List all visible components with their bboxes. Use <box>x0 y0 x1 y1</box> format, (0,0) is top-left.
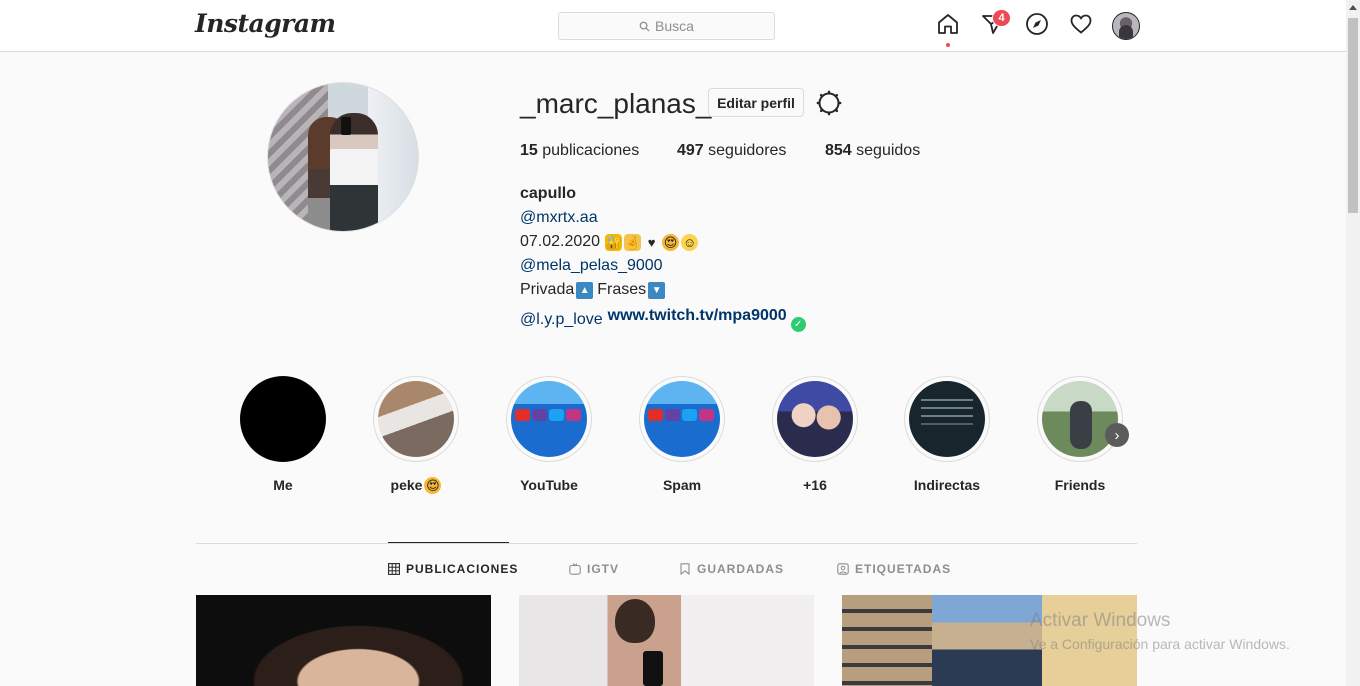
tab-etiquetadas[interactable]: ETIQUETADAS <box>837 562 951 576</box>
instagram-logo[interactable]: Instagram <box>195 9 336 38</box>
highlight-item[interactable]: +16 <box>770 376 860 493</box>
profile-picture[interactable] <box>267 82 419 232</box>
tab-label: GUARDADAS <box>697 562 784 576</box>
followers-count[interactable]: 497 seguidores <box>677 142 786 160</box>
tab-label: PUBLICACIONES <box>406 562 519 576</box>
bio-date-line: 07.02.2020 🔐 🤞 ♥ 😍 ☺ <box>520 230 806 254</box>
settings-gear-icon[interactable] <box>816 90 842 116</box>
search-input[interactable]: Busca <box>558 12 775 40</box>
highlight-item[interactable]: peke 😍 <box>371 376 461 494</box>
windows-activation-watermark: Activar Windows Ve a Configuración para … <box>1030 610 1290 652</box>
scroll-up-arrow-icon[interactable] <box>1349 5 1357 10</box>
heart-icon <box>1070 14 1092 34</box>
tabs-divider <box>196 543 1137 544</box>
check-mark-emoji-icon: ✓ <box>790 317 806 332</box>
highlight-cover <box>777 381 853 457</box>
lock-emoji-icon: 🔐 <box>605 233 623 251</box>
post-thumbnail[interactable] <box>196 595 491 686</box>
highlight-label: YouTube <box>520 477 578 493</box>
search-icon <box>639 21 650 32</box>
profile-bio: capullo @mxrtx.aa 07.02.2020 🔐 🤞 ♥ 😍 ☺ @… <box>520 182 806 332</box>
highlight-cover <box>909 381 985 457</box>
grid-icon <box>388 563 400 575</box>
scroll-thumb[interactable] <box>1348 18 1358 213</box>
igtv-icon <box>569 563 581 575</box>
highlight-item[interactable]: YouTube <box>504 376 594 493</box>
tagged-person-icon <box>837 563 849 575</box>
black-heart-emoji-icon: ♥ <box>647 234 656 250</box>
tab-igtv[interactable]: IGTV <box>569 562 619 576</box>
top-navigation: Instagram Busca 4 <box>0 0 1346 52</box>
smiling-hearts-emoji-icon: 😍 <box>662 233 680 251</box>
home-active-dot <box>946 43 950 47</box>
bio-mention-link[interactable]: @l.y.p_love <box>520 308 603 332</box>
page-scrollbar[interactable] <box>1346 0 1360 686</box>
home-button[interactable] <box>935 11 961 37</box>
chevron-right-icon[interactable]: › <box>1105 423 1129 447</box>
edit-profile-button[interactable]: Editar perfil <box>708 88 804 117</box>
highlight-cover <box>511 381 587 457</box>
bio-name: capullo <box>520 185 577 202</box>
home-icon <box>938 14 958 34</box>
fingers-crossed-emoji-icon: 🤞 <box>624 233 642 251</box>
explore-button[interactable] <box>1024 11 1050 37</box>
highlight-item[interactable]: Spam <box>637 376 727 493</box>
highlight-cover <box>240 376 326 462</box>
highlight-cover <box>378 381 454 457</box>
highlight-label: Me <box>273 477 293 493</box>
search-placeholder: Busca <box>655 18 694 34</box>
tab-label: IGTV <box>587 562 620 576</box>
bio-website-link[interactable]: www.twitch.tv/mpa9000 <box>608 304 787 328</box>
down-arrow-emoji-icon: ▼ <box>648 281 666 299</box>
highlight-label: Spam <box>662 477 702 493</box>
activity-button[interactable] <box>1068 11 1094 37</box>
tab-guardadas[interactable]: GUARDADAS <box>679 562 784 576</box>
smiling-hearts-emoji-icon: 😍 <box>424 477 442 494</box>
smiling-emoji-icon: ☺ <box>681 233 699 251</box>
highlight-label: Indirectas <box>913 477 981 493</box>
bio-date: 07.02.2020 <box>520 233 601 250</box>
profile-avatar-button[interactable] <box>1112 12 1140 40</box>
notification-badge: 4 <box>992 9 1011 27</box>
highlight-label: +16 <box>803 477 827 493</box>
following-count[interactable]: 854 seguidos <box>825 142 920 160</box>
highlight-cover <box>644 381 720 457</box>
highlight-item[interactable]: Indirectas <box>902 376 992 493</box>
profile-username: _marc_planas_ <box>520 88 712 119</box>
post-thumbnail[interactable] <box>519 595 814 686</box>
highlight-item[interactable]: Me <box>238 376 328 493</box>
tab-publicaciones[interactable]: PUBLICACIONES <box>388 562 518 576</box>
highlight-label: peke 😍 <box>390 477 442 494</box>
bio-mention-link[interactable]: @mela_pelas_9000 <box>520 254 663 278</box>
up-arrow-emoji-icon: ▲ <box>576 281 594 299</box>
active-tab-indicator <box>388 542 509 543</box>
tab-label: ETIQUETADAS <box>855 562 952 576</box>
bio-mention-link[interactable]: @mxrtx.aa <box>520 206 598 230</box>
highlight-label: Friends <box>1054 477 1106 493</box>
bio-privada-frases: Privada ▲ Frases ▼ <box>520 278 806 302</box>
compass-icon <box>1026 13 1048 35</box>
bookmark-icon <box>680 563 690 575</box>
highlight-cover <box>1042 381 1118 457</box>
posts-count: 15 publicaciones <box>520 142 640 159</box>
